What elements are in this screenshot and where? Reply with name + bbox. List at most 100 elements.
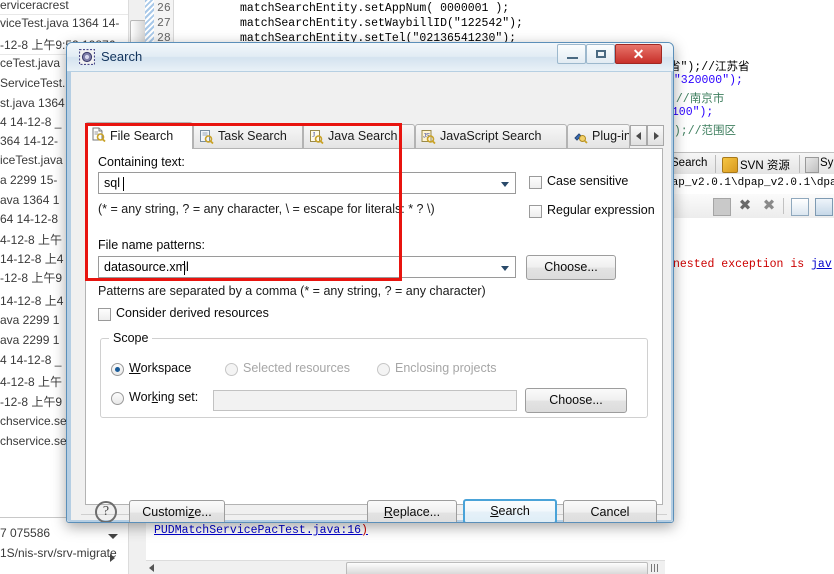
scope-workspace-text: orkspace (140, 361, 192, 375)
view-tab-bar[interactable]: Search SVN 资源 Sy (665, 152, 834, 176)
regular-expression-label[interactable]: Regular expression (547, 203, 655, 217)
choose-working-set-button[interactable]: Choose... (525, 388, 627, 413)
code-line: matchSearchEntity.setAppNum( 0000001 ); (240, 2, 510, 15)
stack-trace-paren: ) (361, 524, 368, 537)
chevron-right-icon (654, 132, 659, 140)
list-item[interactable]: 14-12-8 上4 (0, 250, 63, 267)
close-button[interactable]: ✕ (615, 44, 662, 64)
list-item[interactable]: 14-12-8 上4 (0, 292, 63, 309)
minimize-button[interactable] (557, 44, 586, 64)
code-fragment: 省");//江苏省 (669, 61, 750, 74)
list-item[interactable]: viceTest.java 1364 14- (0, 16, 119, 30)
tab-sy[interactable]: Sy (820, 157, 833, 169)
divider (715, 155, 716, 173)
scope-enclosing-projects-label: Enclosing projects (395, 361, 497, 375)
dialog-titlebar[interactable]: Search ✕ (67, 43, 673, 72)
scope-enclosing-projects-radio (377, 363, 390, 376)
list-item[interactable]: a 2299 15- (0, 173, 57, 187)
list-item[interactable]: 4-12-8 上午 (0, 231, 62, 248)
list-item[interactable]: st.java 1364 (0, 96, 65, 110)
customize-button[interactable]: Customize... (129, 500, 225, 522)
tab-plugin-search[interactable]: Plug-in Se (567, 124, 630, 148)
consider-derived-label[interactable]: Consider derived resources (116, 306, 269, 320)
scroll-left-arrow-icon[interactable] (149, 564, 154, 572)
scope-working-set-label[interactable]: Working set: (129, 390, 198, 404)
list-item[interactable]: iceTest.java (0, 153, 63, 167)
tab-svn-resources[interactable]: SVN 资源 (740, 157, 790, 173)
scope-workspace-label[interactable]: Workspace (129, 361, 191, 375)
tab-label: File Search (110, 129, 174, 143)
search-tabs[interactable]: File Search Task Search J Java Search JS… (85, 122, 664, 149)
list-item[interactable]: ava 2299 1 (0, 333, 59, 347)
working-set-field (213, 390, 517, 411)
remove-icon[interactable]: ✖ (737, 198, 753, 214)
error-message: nested exception is (673, 258, 812, 271)
cancel-button[interactable]: Cancel (563, 500, 657, 522)
choose-patterns-button[interactable]: Choose... (526, 255, 616, 280)
replace-button[interactable]: Replace... (367, 500, 457, 522)
console-view[interactable]: nested exception is jav (665, 218, 834, 518)
list-item[interactable]: -12-8 上午9 (0, 393, 62, 410)
list-item[interactable]: ava 1364 1 (0, 193, 59, 207)
list-item[interactable]: ceTest.java (0, 56, 60, 70)
footer-line-2: 1S/nis-srv/srv-migrate (0, 546, 117, 560)
javascript-search-icon: JS (421, 130, 436, 145)
list-item[interactable]: chservice.se (0, 434, 67, 448)
hscrollbar-thumb[interactable] (346, 562, 648, 574)
list-item[interactable]: -12-8 上午9 (0, 269, 62, 286)
list-item[interactable]: 64 14-12-8 (0, 212, 58, 226)
chevron-down-icon (501, 266, 509, 271)
bottom-console[interactable]: PUDMatchServicePacTest.java:16) (146, 518, 665, 574)
search-button[interactable]: Search (463, 499, 557, 522)
close-icon: ✕ (632, 46, 645, 62)
tabs-scroll-right-button[interactable] (647, 125, 664, 146)
containing-text-combo[interactable]: sql (98, 172, 516, 194)
list-item[interactable]: 4-12-8 上午 (0, 373, 62, 390)
maximize-button[interactable] (586, 44, 615, 64)
plugin-search-icon (574, 133, 588, 144)
regular-expression-checkbox[interactable] (529, 205, 542, 218)
lock-icon[interactable] (815, 198, 833, 216)
tab-label: Plug-in Se (592, 129, 630, 143)
divider (783, 198, 784, 214)
tabs-scroll-left-button[interactable] (630, 125, 647, 146)
stop-icon[interactable] (713, 198, 731, 216)
file-name-patterns-combo[interactable]: datasource.xml (98, 256, 516, 278)
view-toolbar[interactable]: ✖ ✖ (665, 194, 834, 219)
case-sensitive-label[interactable]: Case sensitive (547, 174, 628, 188)
tab-file-search[interactable]: File Search (85, 122, 193, 149)
list-item[interactable]: ava 2299 1 (0, 313, 59, 327)
list-item[interactable]: chservice.se (0, 414, 67, 428)
remove-all-icon[interactable]: ✖ (761, 198, 777, 214)
scope-working-set-radio[interactable] (111, 392, 124, 405)
list-item[interactable]: 4 14-12-8 _ (0, 115, 61, 129)
file-name-patterns-dropdown-button[interactable] (497, 258, 514, 276)
scope-workspace-radio[interactable] (111, 363, 124, 376)
maximize-icon (596, 50, 606, 58)
resize-grip-icon[interactable] (651, 564, 658, 572)
containing-text-dropdown-button[interactable] (497, 174, 514, 192)
tab-label: Task Search (218, 129, 287, 143)
error-link[interactable]: jav (811, 258, 832, 271)
tab-javascript-search[interactable]: JS JavaScript Search (415, 124, 567, 148)
list-item[interactable]: ServiceTest. (0, 76, 65, 90)
list-item[interactable]: 4 14-12-8 _ (0, 353, 61, 367)
tab-task-search[interactable]: Task Search (193, 124, 303, 148)
help-button[interactable]: ? (95, 501, 117, 522)
list-item[interactable]: erviceracrest (0, 0, 69, 12)
search-dialog[interactable]: Search ✕ File Search Task Search J Java … (66, 42, 674, 523)
stack-trace-link[interactable]: PUDMatchServicePacTest.java:16) (154, 524, 368, 537)
tab-java-search[interactable]: J Java Search (303, 124, 415, 148)
chevron-left-icon (636, 132, 641, 140)
case-sensitive-checkbox[interactable] (529, 176, 542, 189)
file-name-patterns-label: File name patterns: (98, 238, 205, 252)
copy-icon[interactable] (791, 198, 809, 216)
console-hscrollbar[interactable] (146, 560, 665, 574)
consider-derived-checkbox[interactable] (98, 308, 111, 321)
minimize-icon (567, 57, 578, 59)
list-item[interactable]: 364 14-12- (0, 134, 58, 148)
containing-text-hint: (* = any string, ? = any character, \ = … (98, 202, 435, 216)
tab-search-view[interactable]: Search (671, 157, 707, 169)
chevron-down-icon[interactable] (108, 534, 118, 539)
chevron-right-icon[interactable] (110, 554, 115, 562)
